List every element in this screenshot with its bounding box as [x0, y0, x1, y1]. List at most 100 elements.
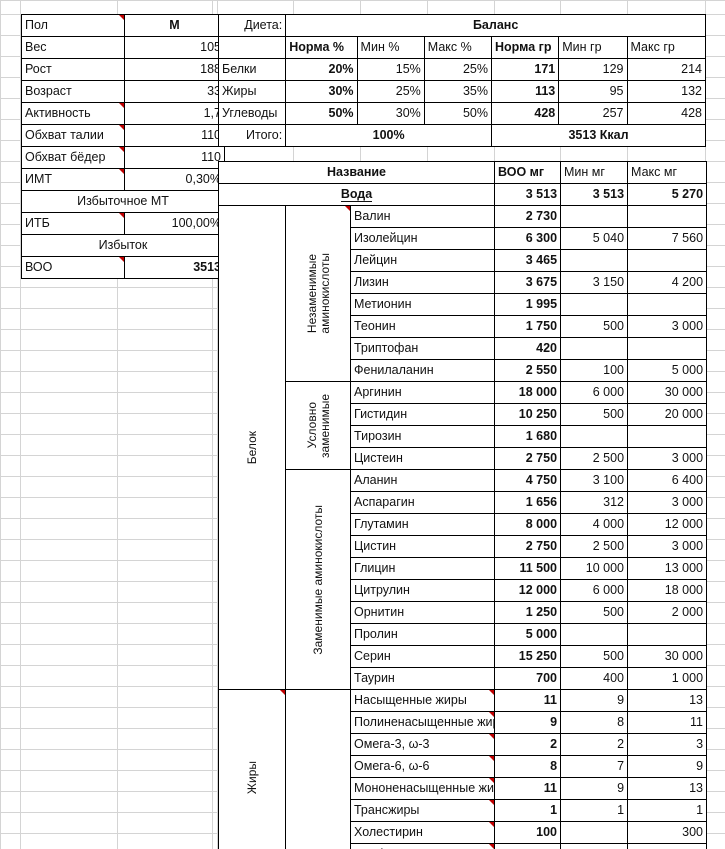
biometrics-value[interactable]: 0,30% — [124, 168, 225, 191]
nutrient-boo: 15 250 — [494, 645, 562, 668]
nutrient-boo: 2 750 — [494, 535, 562, 558]
excess-status-row: Избыток — [21, 234, 225, 257]
nutrient-min — [560, 337, 629, 360]
diet-title-row: Диета: Баланс — [217, 14, 706, 37]
boo-value[interactable]: 3513 — [124, 256, 225, 279]
nutrient-max: 30 000 — [627, 381, 708, 404]
biometrics-value[interactable]: 1,7 — [124, 102, 225, 125]
nutrient-boo: 3 675 — [494, 271, 562, 294]
biometrics-row: Обхват бёдер 110 — [21, 146, 225, 169]
biometrics-row: Возраст 33 — [21, 80, 225, 103]
diet-row-name: Жиры — [217, 80, 287, 103]
nutrient-subgroup-label — [285, 689, 351, 849]
nutrient-max — [627, 205, 708, 228]
nutrient-min: 500 — [560, 601, 629, 624]
nutrient-boo: 11 — [494, 777, 562, 800]
nutrient-max: 5 270 — [627, 183, 708, 206]
nutrient-subgroup-text: Незаменимые — [304, 253, 319, 334]
nutrient-min — [560, 623, 629, 646]
diet-row-max-pct[interactable]: 25% — [423, 58, 493, 81]
itb-value[interactable]: 100,00% — [124, 212, 225, 235]
nutrient-max — [627, 293, 708, 316]
biometrics-value[interactable]: М — [124, 14, 225, 37]
nutrient-max: 7 — [627, 843, 708, 849]
nutrient-max: 3 000 — [627, 491, 708, 514]
biometrics-panel: Пол М Вес 105 Рост 188 Возраст 33 Активность 1,7 О… — [21, 14, 225, 279]
nutrient-group-label: Жиры — [218, 689, 286, 849]
diet-row-norma-pct[interactable]: 20% — [285, 58, 358, 81]
nutrient-min: 4 000 — [560, 513, 629, 536]
nutrient-max: 2 000 — [627, 601, 708, 624]
biometrics-row: Обхват талии 110 — [21, 124, 225, 147]
nutrient-boo: 2 730 — [494, 205, 562, 228]
nutrient-subgroup-text: заменимые — [317, 393, 332, 458]
nutrient-min — [560, 293, 629, 316]
diet-row-norma-pct[interactable]: 30% — [285, 80, 358, 103]
nutrient-max: 3 000 — [627, 535, 708, 558]
nutrient-name: Мононенасыщенные жиры — [349, 777, 496, 800]
nutrient-min: 9 — [560, 689, 629, 712]
gridline-horizontal — [0, 0, 725, 1]
diet-col-norma-g: Норма гр — [491, 36, 560, 59]
biometrics-value[interactable]: 105 — [124, 36, 225, 59]
biometrics-value[interactable]: 188 — [124, 58, 225, 81]
nutrient-group-text: Жиры — [245, 760, 259, 795]
diet-row-min-pct[interactable]: 15% — [356, 58, 425, 81]
diet-row-min-g: 95 — [558, 80, 628, 103]
nutrient-max: 6 400 — [627, 469, 708, 492]
nutrient-boo: 5 000 — [494, 623, 562, 646]
diet-row-norma-pct[interactable]: 50% — [285, 102, 358, 125]
boo-label: ВОО — [21, 256, 125, 279]
diet-balance-table: Диета: Баланс Норма % Мин % Макс % Норма… — [217, 14, 706, 147]
diet-value[interactable]: Баланс — [285, 14, 706, 37]
nutrient-min — [560, 205, 629, 228]
biometrics-rows: Пол М Вес 105 Рост 188 Возраст 33 Активность 1,7 О… — [21, 14, 225, 279]
nutrient-name: Насыщенные жиры — [349, 689, 496, 712]
nutrient-subgroup-label: Незаменимые аминокислоты — [285, 205, 351, 382]
diet-col-max-g: Макс гр — [626, 36, 706, 59]
nutrient-name: Тирозин — [349, 425, 496, 448]
nutrient-min: 400 — [560, 667, 629, 690]
excess-body-mass-status-row: Избыточное МТ — [21, 190, 225, 213]
nutrient-max: 13 — [627, 777, 708, 800]
nutrients-table: Название ВОО мг Мин мг Макс мг Вода 3 513 3 51… — [217, 161, 708, 849]
diet-col-blank — [217, 36, 287, 59]
nutrient-boo: 420 — [494, 337, 562, 360]
diet-row-min-pct[interactable]: 30% — [356, 102, 425, 125]
nutrient-name: Цистин — [349, 535, 496, 558]
nutrient-min: 3 100 — [560, 469, 629, 492]
diet-row-max-g: 214 — [626, 58, 706, 81]
nutrient-min — [560, 821, 629, 844]
nutrient-name: Глицин — [349, 557, 496, 580]
nutrient-min: 6 000 — [560, 579, 629, 602]
nutrient-boo: 8 000 — [494, 513, 562, 536]
nutrient-name: Серин — [349, 645, 496, 668]
nutrient-min: 1 — [560, 799, 629, 822]
nutrient-boo: 12 000 — [494, 579, 562, 602]
nutrient-boo: 11 — [494, 689, 562, 712]
diet-row-min-pct[interactable]: 25% — [356, 80, 425, 103]
diet-row-max-pct[interactable]: 35% — [423, 80, 493, 103]
diet-label: Диета: — [217, 14, 287, 37]
diet-row-norma-g: 428 — [491, 102, 560, 125]
biometrics-value[interactable]: 110 — [124, 146, 225, 169]
nutrient-max: 12 000 — [627, 513, 708, 536]
nutrients-rows: Название ВОО мг Мин мг Макс мг Вода 3 513 3 51… — [217, 161, 708, 849]
diet-row-max-pct[interactable]: 50% — [423, 102, 493, 125]
biometrics-value[interactable]: 110 — [124, 124, 225, 147]
diet-col-norma-pct: Норма % — [285, 36, 358, 59]
nutrient-name: Фосфолипиды — [349, 843, 496, 849]
biometrics-row: Рост 188 — [21, 58, 225, 81]
nutrient-min: 500 — [560, 645, 629, 668]
biometrics-label: Обхват бёдер — [21, 146, 125, 169]
diet-total-row: Итого: 100% 3513 Ккал — [217, 124, 706, 147]
nutrient-row: Условно заменимые Аргинин 18 000 6 000 30 000 — [219, 381, 708, 470]
diet-row-norma-g: 171 — [491, 58, 560, 81]
diet-row: Углеводы 50% 30% 50% 428 257 428 — [217, 102, 706, 125]
biometrics-row: Пол М — [21, 14, 225, 37]
nutrient-max: 11 — [627, 711, 708, 734]
biometrics-value[interactable]: 33 — [124, 80, 225, 103]
diet-row: Жиры 30% 25% 35% 113 95 132 — [217, 80, 706, 103]
nutrient-boo: 2 — [494, 733, 562, 756]
diet-total-label: Итого: — [217, 124, 287, 147]
